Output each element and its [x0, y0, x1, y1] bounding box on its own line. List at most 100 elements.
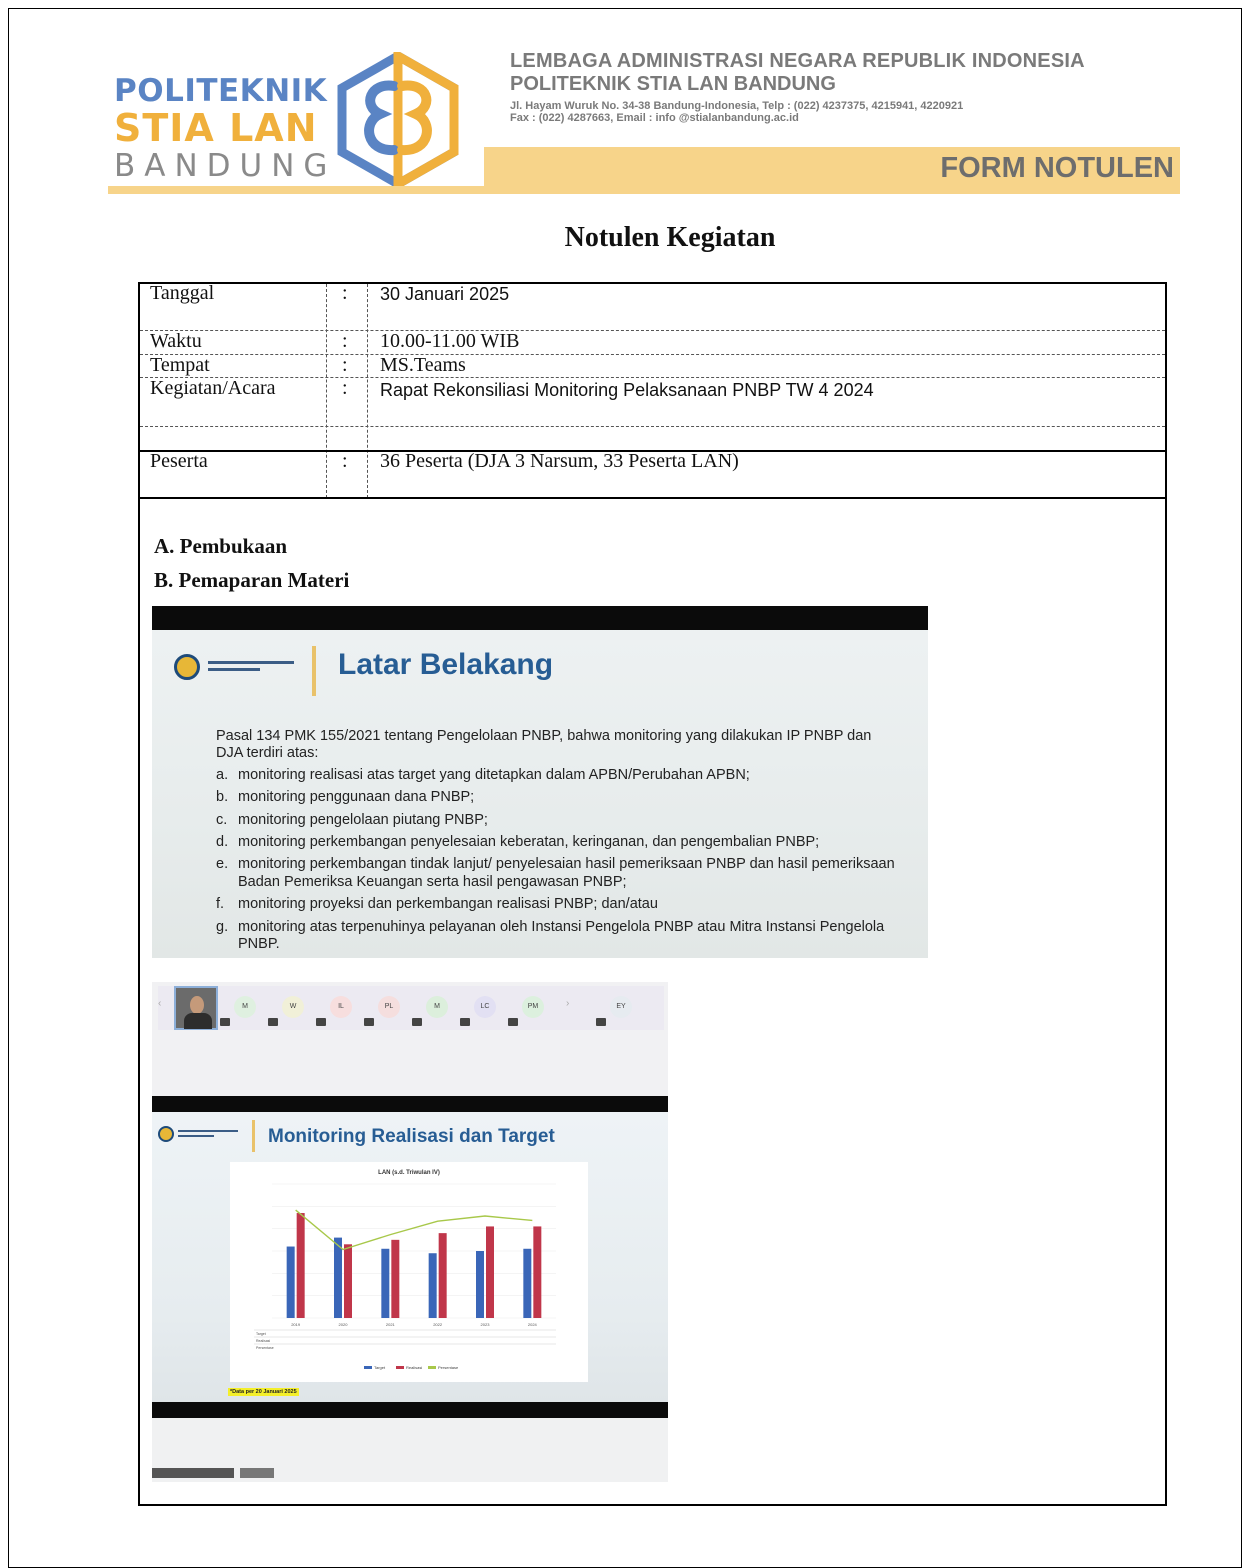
- chart-x-tick-label: 2022: [433, 1322, 443, 1327]
- info-label: Tanggal: [150, 282, 215, 304]
- chart-legend-label: Target: [374, 1365, 386, 1370]
- row-rule: [140, 377, 1165, 378]
- chart-bar-target: [381, 1248, 390, 1318]
- pnbp-chart: LAN (s.d. Triwulan IV) 2019 2020 2021 2022 20…: [254, 1170, 556, 1370]
- chart-bar-target: [523, 1248, 532, 1318]
- participant-head: [190, 996, 204, 1014]
- mic-muted-icon: [596, 1018, 606, 1026]
- mic-muted-icon: [316, 1018, 326, 1026]
- chart-bar-target: [428, 1253, 437, 1318]
- screen-bottom-bar: [152, 1402, 668, 1418]
- participant-avatar[interactable]: EY: [610, 996, 632, 1018]
- info-colon: :: [342, 354, 348, 376]
- slide-item-letter: d.: [216, 833, 229, 850]
- mic-muted-icon: [220, 1018, 230, 1026]
- chevron-left-icon[interactable]: ‹: [158, 998, 161, 1009]
- chart-x-tick-label: 2019: [291, 1322, 301, 1327]
- row-rule: [140, 426, 1165, 427]
- mic-muted-icon: [364, 1018, 374, 1026]
- row-rule: [140, 354, 1165, 355]
- slide-item: d. monitoring perkembangan penyelesaian k…: [216, 834, 896, 851]
- institution-subname: POLITEKNIK STIA LAN BANDUNG: [510, 73, 836, 95]
- slide-item: b. monitoring penggunaan dana PNBP;: [216, 789, 896, 806]
- chart-bar-realisasi: [344, 1244, 352, 1318]
- chart-x-tick-label: 2023: [481, 1322, 491, 1327]
- slide-item-text: monitoring penggunaan dana PNBP;: [238, 789, 475, 806]
- participant-avatar[interactable]: M: [234, 996, 256, 1018]
- section-pemaparan-materi: B. Pemaparan Materi: [154, 568, 350, 592]
- chart-legend-swatch: [364, 1366, 372, 1369]
- slide-item: e. monitoring perkembangan tindak lanjut/…: [216, 856, 896, 891]
- chart-bar-realisasi: [486, 1226, 494, 1318]
- info-colon: :: [342, 377, 348, 399]
- slide-item-text: monitoring perkembangan tindak lanjut/ p…: [238, 856, 895, 890]
- mic-muted-icon: [412, 1018, 422, 1026]
- participant-strip: ‹ M W IL PL M LC PM EY ›: [152, 982, 668, 1100]
- participant-avatar[interactable]: M: [426, 996, 448, 1018]
- logo-wordmark: POLITEKNIK STIA LAN BANDUNG: [114, 76, 336, 182]
- slide-item-letter: f.: [216, 896, 225, 913]
- chart-x-tick-label: 2024: [528, 1322, 538, 1327]
- institution-contact: Fax : (022) 4287663, Email : info @stial…: [510, 112, 799, 124]
- screen-top-bar: [152, 606, 928, 630]
- slide-intro: Pasal 134 PMK 155/2021 tentang Pengelola…: [216, 728, 872, 762]
- table-bottom-rule: [140, 497, 1165, 499]
- header-gold-rule: [108, 186, 1180, 194]
- slide-item: f. monitoring proyeksi dan perkembangan r…: [216, 896, 896, 913]
- kemenkeu-wordmark: [178, 1130, 238, 1140]
- participant-avatar[interactable]: LC: [474, 996, 496, 1018]
- slide-item-text: monitoring realisasi atas target yang di…: [238, 766, 750, 783]
- chart-legend-label: Persentase: [438, 1365, 459, 1370]
- slide-item-text: monitoring proyeksi dan perkembangan rea…: [238, 896, 658, 913]
- participant-avatar[interactable]: PM: [522, 996, 544, 1018]
- slide-screenshot-monitoring: Monitoring Realisasi dan Target LAN (s.d…: [152, 1096, 668, 1482]
- mic-muted-icon: [268, 1018, 278, 1026]
- slide-item-text: monitoring perkembangan penyelesaian keb…: [238, 833, 820, 850]
- document-title: Notulen Kegiatan: [564, 222, 776, 253]
- chart-bar-realisasi: [438, 1233, 447, 1318]
- participant-body: [184, 1013, 212, 1029]
- meeting-toolbar-button-2[interactable]: [240, 1468, 274, 1478]
- info-value: 10.00-11.00 WIB: [380, 330, 520, 352]
- slide-item-text: monitoring atas terpenuhinya pelayanan o…: [238, 918, 885, 952]
- chart-bar-target: [286, 1246, 295, 1318]
- chart-table-row-label: Persentase: [256, 1346, 274, 1350]
- institution-address: Jl. Hayam Wuruk No. 34-38 Bandung-Indone…: [510, 100, 964, 112]
- section-pembukaan: A. Pembukaan: [154, 534, 288, 558]
- logo-line-politeknik: POLITEKNIK: [114, 73, 328, 109]
- institution-name: LEMBAGA ADMINISTRASI NEGARA REPUBLIK IND…: [510, 50, 1085, 72]
- chart-legend-swatch: [396, 1366, 404, 1369]
- slide-item-text: monitoring pengelolaan piutang PNBP;: [238, 811, 488, 828]
- slide-body: Pasal 134 PMK 155/2021 tentang Pengelola…: [216, 728, 896, 958]
- slide-item-list: a. monitoring realisasi atas target yang …: [216, 767, 896, 954]
- participant-avatar[interactable]: W: [282, 996, 304, 1018]
- kemenkeu-emblem-icon: [174, 654, 200, 680]
- participant-avatar[interactable]: PL: [378, 996, 400, 1018]
- chart-bar-target: [334, 1237, 342, 1318]
- participant-video-tile[interactable]: [174, 986, 218, 1030]
- chevron-right-icon[interactable]: ›: [566, 998, 569, 1009]
- slide-item: g. monitoring atas terpenuhinya pelayanan…: [216, 919, 896, 954]
- info-label: Tempat: [150, 354, 210, 376]
- slide-monitoring: Monitoring Realisasi dan Target LAN (s.d…: [152, 1112, 668, 1402]
- data-note: *Data per 20 Januari 2025: [228, 1388, 299, 1396]
- screen-top-bar: [152, 1096, 668, 1112]
- slide-title: Monitoring Realisasi dan Target: [268, 1126, 555, 1147]
- info-colon: :: [342, 450, 348, 472]
- info-colon: :: [342, 330, 348, 352]
- slide-item-letter: g.: [216, 918, 229, 935]
- info-label: Waktu: [150, 330, 202, 352]
- meeting-toolbar-button[interactable]: [152, 1468, 234, 1478]
- slide-title: Latar Belakang: [338, 648, 554, 681]
- participant-avatar[interactable]: IL: [330, 996, 352, 1018]
- mic-muted-icon: [508, 1018, 518, 1026]
- chart-bar-realisasi: [296, 1213, 305, 1318]
- chart-title: LAN (s.d. Triwulan IV): [378, 1170, 440, 1176]
- table-divider-1: [326, 284, 327, 498]
- info-colon: :: [342, 282, 348, 304]
- slide-item: c. monitoring pengelolaan piutang PNBP;: [216, 812, 896, 829]
- info-value: Rapat Rekonsiliasi Monitoring Pelaksanaa…: [380, 380, 874, 400]
- info-value: MS.Teams: [380, 354, 466, 376]
- chart-bar-realisasi: [533, 1226, 542, 1318]
- form-title: FORM NOTULEN: [940, 152, 1174, 184]
